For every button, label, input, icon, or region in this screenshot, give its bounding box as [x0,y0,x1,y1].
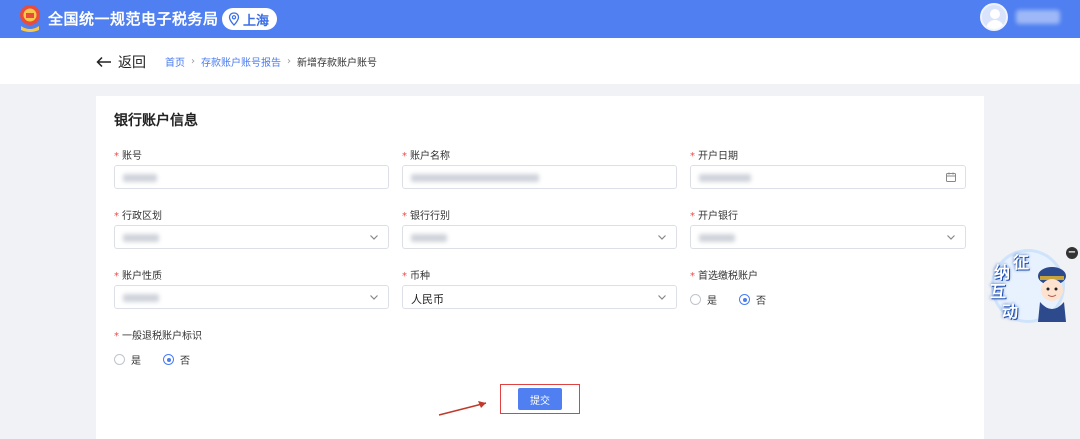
breadcrumb-bar: 返回 首页 › 存款账户账号报告 › 新增存款账户账号 [0,38,1080,84]
open-date-label: * 开户日期 [690,151,738,162]
breadcrumb-home[interactable]: 首页 [165,54,185,69]
minus-icon[interactable]: − [1066,247,1078,259]
open-date-picker[interactable] [690,165,966,189]
radio-unchecked-icon [690,294,701,305]
district-label: * 行政区划 [114,211,162,222]
region-label: 上海 [243,13,270,29]
radio-checked-icon [163,354,174,365]
refund-yes-radio[interactable]: 是 [114,352,141,367]
currency-select[interactable]: 人民币 [402,285,677,309]
opening-bank-select[interactable] [690,225,966,249]
bank-type-select[interactable] [402,225,677,249]
region-selector[interactable]: 上海 [222,8,278,30]
back-label: 返回 [118,55,146,71]
user-menu[interactable] [980,3,1060,31]
chevron-down-icon [370,235,378,240]
district-select[interactable] [114,225,389,249]
interaction-assistant-widget[interactable]: 征 纳 互 动 [982,246,1072,326]
currency-label: * 币种 [402,271,430,282]
assistant-char-4: 动 [1002,302,1019,321]
breadcrumb-current: 新增存款账户账号 [297,58,377,69]
opening-bank-label: * 开户银行 [690,211,738,222]
refund-account-label: * 一般退税账户标识 [114,331,202,342]
account-nature-select[interactable] [114,285,389,309]
location-pin-icon [228,12,240,26]
chevron-down-icon [947,235,955,240]
user-name-redacted [1016,10,1060,24]
tax-emblem-icon [20,5,40,32]
account-number-label: * 账号 [114,151,142,162]
bank-account-form: 银行账户信息 * 账号 * 账户名称 * 开户日期 * 行政区划 * 银行行别 * 开户银行… [96,96,984,439]
chevron-down-icon [370,295,378,300]
submit-button[interactable]: 提交 [518,388,562,410]
preferred-tax-account-label: * 首选缴税账户 [690,271,758,282]
preferred-tax-no-radio[interactable]: 否 [739,292,766,307]
refund-no-radio[interactable]: 否 [163,352,190,367]
avatar[interactable] [980,3,1008,31]
chevron-down-icon [658,295,666,300]
breadcrumb: 首页 › 存款账户账号报告 › 新增存款账户账号 [165,54,377,69]
breadcrumb-report[interactable]: 存款账户账号报告 [201,54,281,69]
form-title: 银行账户信息 [114,113,198,129]
chevron-down-icon [658,235,666,240]
radio-checked-icon [739,294,750,305]
account-name-label: * 账户名称 [402,151,450,162]
chevron-right-icon: › [287,56,291,67]
chevron-right-icon: › [191,56,195,67]
assistant-char-1: 征 [1013,253,1030,272]
site-title: 全国统一规范电子税务局 [48,10,219,28]
calendar-icon [946,172,956,182]
account-number-input[interactable] [114,165,389,189]
account-name-input[interactable] [402,165,677,189]
top-header: 全国统一规范电子税务局 上海 [0,0,1080,38]
account-nature-label: * 账户性质 [114,271,162,282]
currency-value: 人民币 [411,293,444,306]
refund-account-radio-group: 是 否 [114,352,190,367]
radio-unchecked-icon [114,354,125,365]
annotation-arrow-icon [438,401,487,416]
back-button[interactable]: 返回 [96,52,146,72]
arrow-left-icon [96,56,111,68]
preferred-tax-yes-radio[interactable]: 是 [690,292,717,307]
bank-type-label: * 银行行别 [402,211,450,222]
preferred-tax-account-radio-group: 是 否 [690,292,766,307]
